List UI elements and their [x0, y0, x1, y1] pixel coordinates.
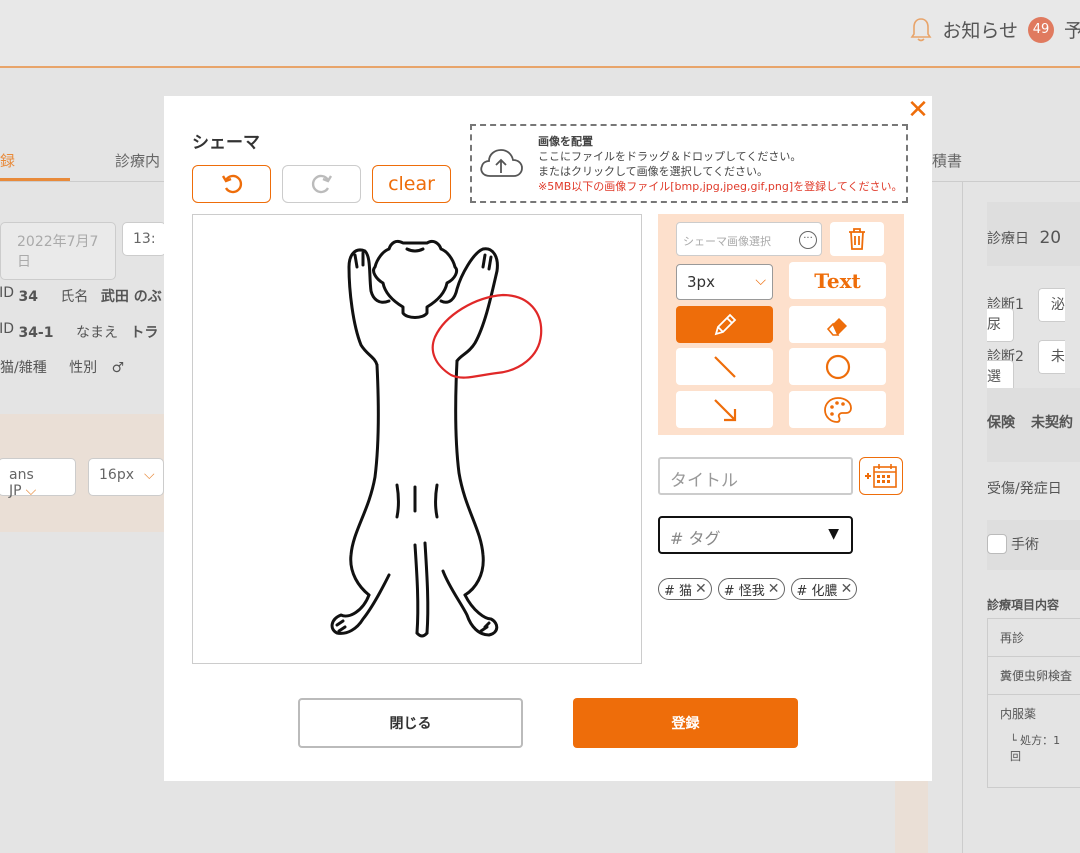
pen-size-select[interactable]: 3px ⌵ [676, 264, 773, 300]
patient-subid-label: ID [0, 321, 14, 337]
surgery-checkbox[interactable] [987, 534, 1007, 554]
pencil-tool-button[interactable] [676, 306, 773, 343]
items-label: 診療項目内容 [987, 598, 1060, 612]
exam-date-value: 20 [1039, 228, 1062, 248]
tag-chips: # 猫 ✕ # 怪我 ✕ # 化膿 ✕ [658, 578, 858, 600]
notice-area[interactable]: お知らせ 49 予約 [910, 16, 1080, 43]
pencil-icon [714, 313, 736, 335]
circle-tool-button[interactable] [789, 348, 886, 385]
modal-title: シェーマ [192, 133, 260, 153]
tab-treatment[interactable]: 診療内 [115, 150, 160, 171]
item-prescription: └ 処方：1回 [1010, 734, 1061, 763]
item-revisit: 再診 [988, 619, 1080, 657]
remove-tag-icon[interactable]: ✕ [841, 581, 853, 597]
delete-button[interactable] [830, 222, 884, 256]
patient-name: 武田 のぶ [100, 289, 162, 305]
color-palette-button[interactable] [789, 391, 886, 428]
palette-icon [823, 396, 852, 423]
add-date-button[interactable] [859, 457, 903, 495]
background-strip [895, 780, 928, 853]
arrow-icon [713, 398, 736, 421]
eraser-tool-button[interactable] [789, 306, 886, 343]
arrow-tool-button[interactable] [676, 391, 773, 428]
right-panel-background: 診療日 20 診断1 泌尿 診断2 未選 保険 未契約 受傷/発症日 手術 診療項目内… [962, 182, 1080, 853]
redo-icon [311, 174, 332, 194]
patient-kana-label: なまえ [75, 325, 118, 341]
patient-species: 猫/雑種 [0, 360, 47, 376]
undo-button[interactable] [192, 165, 271, 203]
text-tool-button[interactable]: Text [789, 262, 886, 299]
time-field[interactable]: 13: [122, 222, 166, 256]
title-input[interactable]: タイトル [658, 457, 853, 495]
schema-image-select[interactable]: シェーマ画像選択 ··· [676, 222, 822, 256]
drawing-tools-panel: シェーマ画像選択 ··· 3px ⌵ Text [658, 214, 904, 435]
patient-subid: 34-1 [18, 325, 54, 341]
date-field[interactable]: 2022年7月7日 [0, 222, 116, 280]
dropdown-arrow-icon: ▼ [828, 526, 839, 542]
image-dropzone[interactable]: 画像を配置 ここにファイルをドラッグ＆ドロップしてください。 またはクリックして… [470, 124, 908, 203]
font-size-select[interactable]: 16px ⌵ [88, 458, 164, 496]
tag-chip: # 猫 ✕ [658, 578, 712, 600]
item-oral-medicine: 内服薬 [1000, 707, 1037, 721]
injury-date-label: 受傷/発症日 [987, 481, 1062, 497]
trash-icon [849, 228, 865, 250]
patient-id-label: ID [0, 285, 14, 301]
chevron-down-icon: ⌵ [755, 273, 766, 289]
calendar-icon [865, 464, 897, 488]
item-stool-test: 糞便虫卵検査 [988, 657, 1080, 695]
circle-icon [825, 354, 850, 379]
top-bar: お知らせ 49 予約 [0, 0, 1080, 68]
drawing-canvas[interactable] [192, 214, 642, 664]
insurance-label: 保険 [987, 415, 1015, 431]
dropzone-line1: ここにファイルをドラッグ＆ドロップしてください。 [538, 150, 802, 163]
dropzone-warning: ※5MB以下の画像ファイル[bmp,jpg,jpeg,gif,png]を登録して… [538, 180, 903, 193]
remove-tag-icon[interactable]: ✕ [695, 581, 707, 597]
font-family-select[interactable]: ans JP ⌵ [0, 458, 76, 499]
register-button[interactable]: 登録 [573, 698, 798, 748]
tag-chip: # 化膿 ✕ [790, 578, 858, 600]
patient-sex-label: 性別 [69, 360, 98, 376]
redo-button[interactable] [282, 165, 361, 203]
tag-input[interactable]: # タグ ▼ [658, 516, 853, 554]
patient-sex: ♂ [111, 360, 125, 376]
schema-modal: ✕ シェーマ clear 画像を配置 ここにファイルをドラッグ＆ドロップしてくだ… [164, 96, 932, 781]
patient-kana: トラ [130, 325, 159, 341]
tab-active-indicator [0, 178, 70, 181]
reserve-link[interactable]: 予約 [1064, 16, 1080, 43]
close-button[interactable]: 閉じる [298, 698, 523, 748]
insurance-value: 未契約 [1031, 415, 1073, 431]
tab-estimate[interactable]: 積書 [932, 150, 962, 171]
patient-name-label: 氏名 [60, 289, 89, 305]
cat-schema-drawing [330, 239, 543, 638]
surgery-label: 手術 [1011, 537, 1039, 553]
notice-label: お知らせ [942, 20, 1018, 42]
tab-record[interactable]: 録 [0, 150, 15, 171]
exam-date-label: 診療日 [987, 231, 1029, 247]
dropzone-line2: またはクリックして画像を選択してください。 [538, 165, 769, 178]
close-icon[interactable]: ✕ [906, 97, 930, 123]
dropzone-heading: 画像を配置 [538, 135, 593, 148]
notice-count-badge: 49 [1027, 16, 1054, 43]
line-icon [713, 355, 736, 378]
editor-toolbar-background: ans JP ⌵ 16px ⌵ [0, 414, 164, 532]
line-tool-button[interactable] [676, 348, 773, 385]
cloud-upload-icon [480, 149, 523, 177]
clear-button[interactable]: clear [372, 165, 451, 203]
eraser-icon [826, 317, 847, 336]
tag-chip: # 怪我 ✕ [717, 578, 785, 600]
bell-icon [910, 17, 932, 41]
more-icon: ··· [799, 231, 817, 249]
remove-tag-icon[interactable]: ✕ [768, 581, 780, 597]
undo-icon [221, 174, 242, 194]
patient-id: 34 [18, 289, 38, 305]
